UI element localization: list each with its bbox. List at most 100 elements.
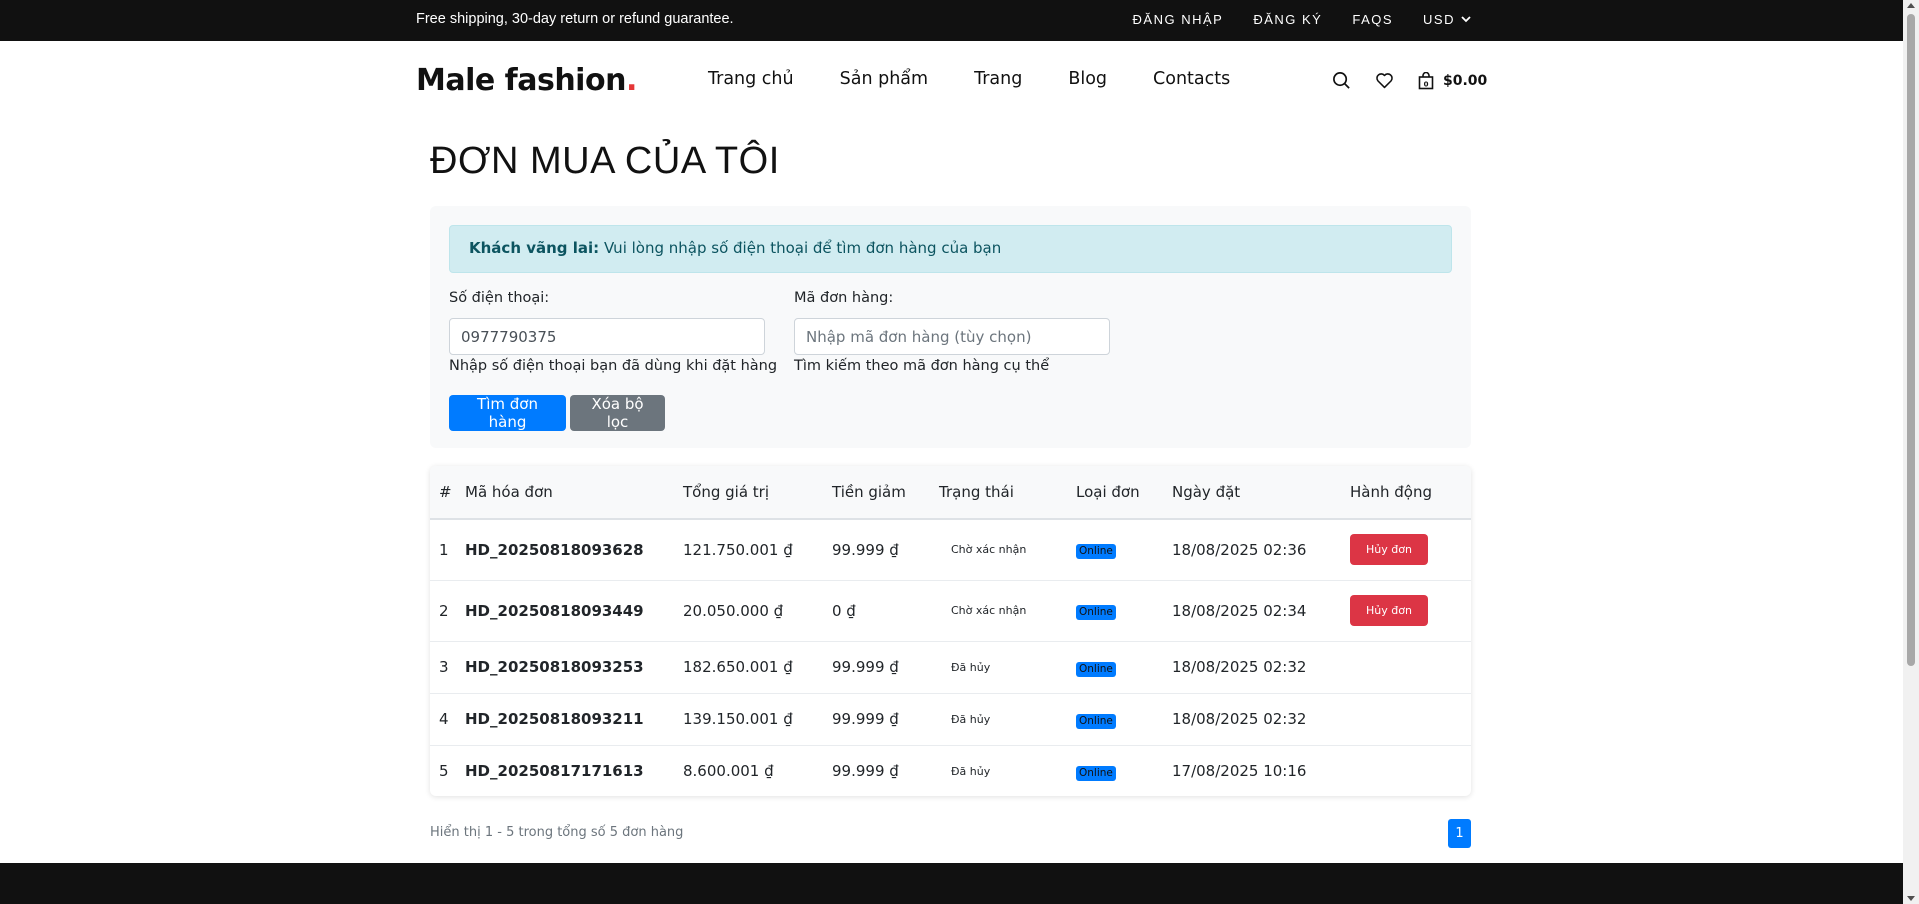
alert-label: Khách vãng lai: (469, 239, 600, 257)
order-type-badge: Online (1076, 713, 1116, 729)
row-actions (1350, 693, 1471, 746)
table-row: 2 HD_20250818093449 20.050.000 ₫ 0 ₫ Chờ… (430, 580, 1471, 642)
order-date: 18/08/2025 02:36 (1172, 519, 1350, 581)
row-actions (1350, 745, 1471, 796)
cart-total: $0.00 (1443, 72, 1488, 89)
table-header-row: # Mã hóa đơn Tổng giá trị Tiền giảm Trạn… (430, 466, 1471, 520)
top-links: ĐĂNG NHẬP ĐĂNG KÝ FAQS USD (1133, 12, 1471, 27)
order-code-input[interactable] (794, 318, 1110, 355)
order-total: 139.150.001 ₫ (683, 693, 832, 746)
table-row: 4 HD_20250818093211 139.150.001 ₫ 99.999… (430, 693, 1471, 746)
order-date: 18/08/2025 02:32 (1172, 693, 1350, 746)
page-1-button[interactable]: 1 (1448, 819, 1471, 848)
top-bar: Free shipping, 30-day return or refund g… (0, 0, 1903, 41)
logo-dot: . (625, 63, 637, 98)
pagination-summary: Hiển thị 1 - 5 trong tổng số 5 đơn hàng (430, 825, 684, 840)
row-index: 3 (430, 641, 465, 694)
order-date: 17/08/2025 10:16 (1172, 745, 1350, 796)
order-type-badge: Online (1076, 544, 1116, 560)
order-status: Chờ xác nhận (939, 519, 1076, 581)
nav-item-home[interactable]: Trang chủ (708, 69, 794, 89)
page-scrollbar[interactable] (1903, 0, 1919, 904)
order-discount: 99.999 ₫ (832, 745, 939, 796)
order-date: 18/08/2025 02:32 (1172, 641, 1350, 694)
order-discount: 99.999 ₫ (832, 641, 939, 694)
col-header-invoice-code: Mã hóa đơn (465, 466, 683, 520)
login-link[interactable]: ĐĂNG NHẬP (1133, 12, 1224, 27)
order-date: 18/08/2025 02:34 (1172, 580, 1350, 642)
row-index: 2 (430, 580, 465, 642)
faqs-link[interactable]: FAQS (1352, 12, 1393, 27)
invoice-code: HD_20250817171613 (465, 745, 683, 796)
order-code-label: Mã đơn hàng: (794, 290, 894, 306)
order-status: Chờ xác nhận (939, 580, 1076, 642)
chevron-down-icon (1461, 16, 1471, 23)
search-orders-button[interactable]: Tìm đơn hàng (449, 395, 566, 431)
site-header: Male fashion. Trang chủ Sản phẩm Trang B… (0, 41, 1903, 123)
order-status: Đã hủy (939, 693, 1076, 746)
nav-item-blog[interactable]: Blog (1068, 69, 1107, 89)
order-discount: 99.999 ₫ (832, 519, 939, 581)
shipping-message: Free shipping, 30-day return or refund g… (416, 11, 734, 27)
scroll-down-icon[interactable] (1907, 896, 1915, 901)
phone-input[interactable] (449, 318, 765, 355)
cart[interactable]: 0 $0.00 (1418, 71, 1488, 90)
col-header-total: Tổng giá trị (683, 466, 832, 520)
cancel-order-button[interactable]: Hủy đơn (1350, 595, 1428, 626)
nav-item-products[interactable]: Sản phẩm (840, 69, 928, 89)
invoice-code: HD_20250818093449 (465, 580, 683, 642)
table-row: 1 HD_20250818093628 121.750.001 ₫ 99.999… (430, 519, 1471, 581)
order-total: 121.750.001 ₫ (683, 519, 832, 581)
invoice-code: HD_20250818093253 (465, 641, 683, 694)
main-nav: Trang chủ Sản phẩm Trang Blog Contacts (708, 69, 1230, 89)
order-total: 20.050.000 ₫ (683, 580, 832, 642)
order-type-badge: Online (1076, 605, 1116, 620)
table-row: 3 HD_20250818093253 182.650.001 ₫ 99.999… (430, 641, 1471, 694)
table-row: 5 HD_20250817171613 8.600.001 ₫ 99.999 ₫… (430, 745, 1471, 796)
footer (0, 863, 1903, 904)
row-actions (1350, 641, 1471, 694)
currency-label: USD (1423, 12, 1455, 27)
orders-table-card: # Mã hóa đơn Tổng giá trị Tiền giảm Trạn… (430, 466, 1471, 796)
logo-text: Male fashion (416, 63, 626, 98)
search-icon[interactable] (1332, 71, 1351, 90)
scrollbar-thumb[interactable] (1907, 14, 1915, 666)
page-title: ĐƠN MUA CỦA TÔI (430, 140, 780, 182)
col-header-status: Trạng thái (939, 466, 1076, 520)
logo[interactable]: Male fashion. (416, 63, 637, 98)
invoice-code: HD_20250818093628 (465, 519, 683, 581)
col-header-order-type: Loại đơn (1076, 466, 1172, 520)
order-filter-card: Khách vãng lai: Vui lòng nhập số điện th… (430, 206, 1471, 448)
order-discount: 0 ₫ (832, 580, 939, 642)
phone-hint: Nhập số điện thoại bạn đã dùng khi đặt h… (449, 358, 778, 374)
order-type-badge: Online (1076, 765, 1116, 781)
cancel-order-button[interactable]: Hủy đơn (1350, 534, 1428, 566)
order-status: Đã hủy (939, 641, 1076, 694)
svg-text:0: 0 (1424, 80, 1429, 88)
col-header-order-date: Ngày đặt (1172, 466, 1350, 520)
register-link[interactable]: ĐĂNG KÝ (1253, 12, 1322, 27)
order-total: 182.650.001 ₫ (683, 641, 832, 694)
order-status: Đã hủy (939, 745, 1076, 796)
shopping-bag-icon: 0 (1418, 71, 1434, 89)
row-index: 4 (430, 693, 465, 746)
header-icons: 0 $0.00 (1332, 71, 1487, 90)
col-header-discount: Tiền giảm (832, 466, 939, 520)
phone-label: Số điện thoại: (449, 290, 550, 306)
order-code-hint: Tìm kiếm theo mã đơn hàng cụ thể (794, 358, 1050, 374)
row-index: 1 (430, 519, 465, 581)
currency-selector[interactable]: USD (1423, 12, 1471, 27)
order-type-badge: Online (1076, 661, 1116, 677)
invoice-code: HD_20250818093211 (465, 693, 683, 746)
clear-filter-button[interactable]: Xóa bộ lọc (570, 395, 665, 431)
orders-table: # Mã hóa đơn Tổng giá trị Tiền giảm Trạn… (430, 466, 1471, 796)
nav-item-contacts[interactable]: Contacts (1153, 69, 1230, 89)
heart-icon[interactable] (1375, 72, 1394, 89)
alert-message: Vui lòng nhập số điện thoại để tìm đơn h… (599, 239, 1002, 257)
row-index: 5 (430, 745, 465, 796)
nav-item-pages[interactable]: Trang (974, 69, 1022, 89)
scroll-up-icon[interactable] (1907, 3, 1915, 8)
col-header-index: # (430, 466, 465, 520)
order-discount: 99.999 ₫ (832, 693, 939, 746)
order-total: 8.600.001 ₫ (683, 745, 832, 796)
